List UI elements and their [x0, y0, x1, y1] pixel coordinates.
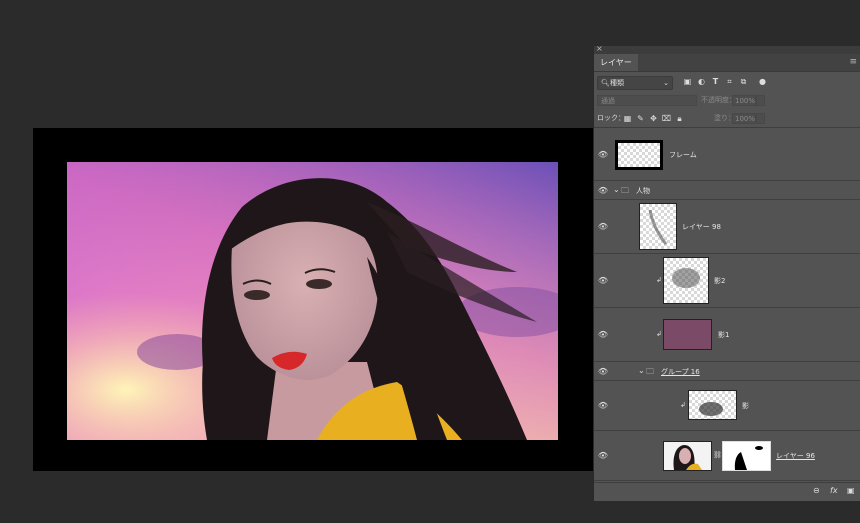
blend-mode-select[interactable]: 通過 — [597, 95, 697, 106]
lock-label: ロック： — [597, 114, 625, 122]
mask-shape-thumbnail — [734, 446, 763, 470]
layer-thumbnail — [639, 203, 677, 250]
visibility-eye-icon[interactable]: 👁︎ — [597, 186, 609, 195]
layer-name: レイヤー 98 — [682, 223, 721, 231]
folder-icon: 🗀 — [646, 367, 654, 376]
photo-thumbnail — [663, 441, 712, 471]
search-icon: 🔍︎ — [601, 79, 610, 87]
visibility-eye-icon[interactable]: 👁︎ — [597, 276, 609, 285]
panel-menu-icon[interactable]: ≡ — [849, 57, 857, 67]
layer-row-shadow-2[interactable]: 👁︎ ↲ 影2 — [594, 254, 860, 308]
panel-footer: ⊖ fx ▣ — [594, 482, 860, 501]
close-icon[interactable]: × — [596, 44, 603, 53]
shape-filter-icon[interactable]: ⌗ — [724, 76, 735, 87]
blend-row: 通過 不透明度： 100% — [594, 93, 860, 109]
layer-name: 影1 — [718, 331, 730, 339]
filter-kind-value: 種類 — [610, 79, 624, 87]
link-layers-icon[interactable]: ⊖ — [813, 486, 820, 495]
opacity-field[interactable]: 100% — [732, 95, 756, 106]
lock-position-icon[interactable]: ✥ — [648, 113, 659, 124]
smart-object-filter-icon[interactable]: ⧉ — [738, 76, 749, 87]
clipping-mask-icon: ↲ — [656, 330, 662, 338]
portrait-thumbnail — [664, 442, 711, 470]
fill-slider-button[interactable] — [756, 113, 765, 124]
image-filter-icon[interactable]: ▣ — [682, 76, 693, 87]
lock-transparent-pixels-icon[interactable]: ▦ — [622, 113, 633, 124]
tab-layers[interactable]: レイヤー — [594, 54, 638, 71]
portrait-photo — [67, 162, 558, 440]
chevron-down-icon: ⌄ — [663, 79, 669, 87]
layer-row-group-16[interactable]: 👁︎ ⌄ 🗀 グループ 16 — [594, 362, 860, 381]
layer-row-layer-96[interactable]: 👁︎ ⛓ レイヤー 96 — [594, 431, 860, 481]
visibility-eye-icon[interactable]: 👁︎ — [597, 330, 609, 339]
layer-name: グループ 16 — [661, 368, 700, 376]
layers-panel: × レイヤー ≡ 🔍︎ 種類 ⌄ ▣ ◐ T ⌗ ⧉ ● 通過 不透明度： 10… — [593, 44, 860, 501]
shadow-blob-thumbnail — [699, 402, 723, 416]
filter-kind-select[interactable]: 🔍︎ 種類 ⌄ — [597, 76, 673, 90]
layer-row-shadow[interactable]: 👁︎ ↲ 影 — [594, 381, 860, 431]
add-mask-icon[interactable]: ▣ — [847, 486, 855, 495]
frame-thumbnail — [615, 140, 663, 170]
lock-artboard-icon[interactable]: ⌧ — [661, 113, 672, 124]
color-fill-thumbnail — [663, 319, 712, 350]
layer-row-shadow-1[interactable]: 👁︎ ↲ 影1 — [594, 308, 860, 362]
layer-name: レイヤー 96 — [776, 452, 815, 460]
visibility-eye-icon[interactable]: 👁︎ — [597, 367, 609, 376]
filter-toggle-icon[interactable]: ● — [757, 76, 768, 87]
layer-name: 人物 — [636, 187, 650, 195]
mask-link-icon[interactable]: ⛓ — [713, 451, 722, 459]
lock-image-pixels-icon[interactable]: ✎ — [635, 113, 646, 124]
folder-icon: 🗀 — [621, 186, 629, 195]
layer-name: 影 — [742, 402, 749, 410]
adjustment-filter-icon[interactable]: ◐ — [696, 76, 707, 87]
layer-name: 影2 — [714, 277, 726, 285]
visibility-eye-icon[interactable]: 👁︎ — [597, 222, 609, 231]
lock-all-icon[interactable]: 🔒︎ — [674, 113, 685, 124]
opacity-slider-button[interactable] — [756, 95, 765, 106]
panel-tab-bar: レイヤー ≡ — [594, 54, 860, 72]
lock-row: ロック： ▦ ✎ ✥ ⌧ 🔒︎ 塗り： 100% — [594, 110, 860, 128]
visibility-eye-icon[interactable]: 👁︎ — [597, 451, 609, 460]
filter-row: 🔍︎ 種類 ⌄ ▣ ◐ T ⌗ ⧉ ● — [594, 72, 860, 92]
shadow-blur-thumbnail — [672, 268, 700, 288]
layer-name: フレーム — [669, 151, 697, 159]
fx-icon[interactable]: fx — [830, 486, 838, 495]
layer-row-group-person[interactable]: 👁︎ ⌄ 🗀 人物 — [594, 181, 860, 200]
fill-field[interactable]: 100% — [732, 113, 756, 124]
clipping-mask-icon: ↲ — [680, 401, 686, 409]
layer-mask-thumbnail[interactable] — [722, 441, 771, 471]
type-filter-icon[interactable]: T — [710, 76, 721, 87]
layer-row-frame[interactable]: 👁︎ フレーム — [594, 128, 860, 181]
clipping-mask-icon: ↲ — [656, 276, 662, 284]
panel-title-bar[interactable]: × — [594, 44, 860, 54]
canvas-image[interactable] — [67, 162, 558, 440]
hair-stroke-thumbnail — [648, 209, 668, 245]
visibility-eye-icon[interactable]: 👁︎ — [597, 401, 609, 410]
chevron-down-icon[interactable]: ⌄ — [613, 185, 620, 194]
visibility-eye-icon[interactable]: 👁︎ — [597, 150, 609, 159]
opacity-label: 不透明度： — [701, 96, 736, 104]
layer-thumbnail — [688, 390, 737, 420]
layer-row-layer-98[interactable]: 👁︎ レイヤー 98 — [594, 200, 860, 254]
layer-thumbnail — [663, 257, 709, 304]
chevron-down-icon[interactable]: ⌄ — [638, 366, 645, 375]
